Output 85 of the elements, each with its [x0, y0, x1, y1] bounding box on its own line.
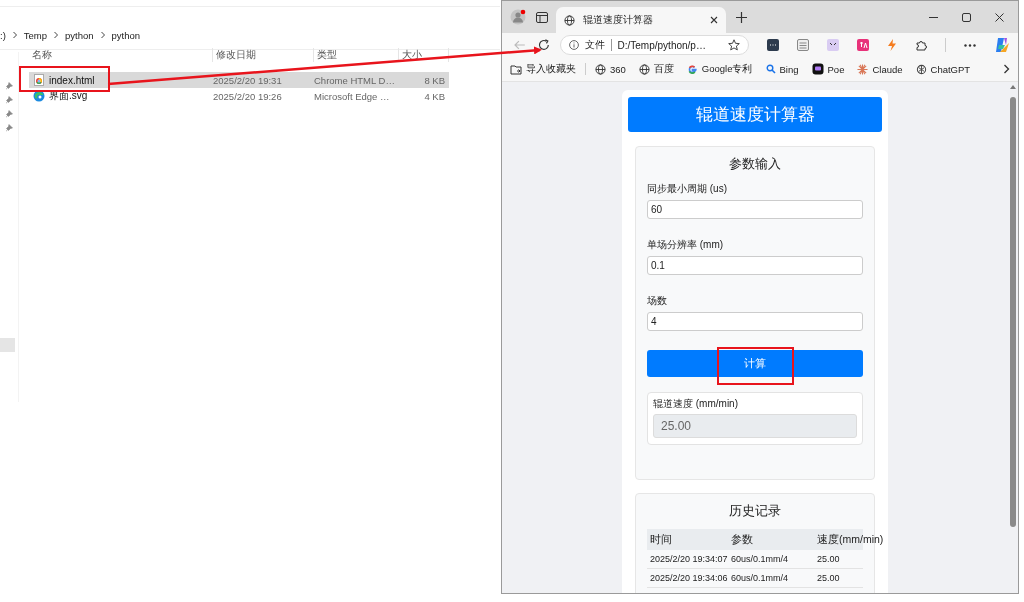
- calculate-button[interactable]: 计算: [647, 350, 863, 377]
- column-header[interactable]: 大小: [399, 48, 449, 62]
- page-title: 辊道速度计算器: [628, 97, 882, 132]
- pin-icon[interactable]: [5, 110, 13, 118]
- chat-bubble-icon: [811, 63, 824, 75]
- table-cell-text: 25.00: [817, 554, 841, 564]
- chevron-icon: [99, 31, 106, 39]
- address-scheme: 文件: [584, 38, 605, 52]
- pin-icon[interactable]: [5, 96, 13, 104]
- extension-icon[interactable]: [767, 39, 779, 51]
- field-label: 单场分辨率 (mm): [647, 238, 725, 252]
- column-header[interactable]: 修改日期: [213, 48, 314, 62]
- bookmark[interactable]: 百度: [638, 62, 674, 76]
- column-header[interactable]: 名称: [29, 48, 213, 62]
- table-cell-text: 2025/2/20 19:34:07: [649, 554, 729, 564]
- google-g-icon: [686, 63, 698, 75]
- result-label: 辊道速度 (mm/min): [653, 397, 739, 411]
- section-title: 参数输入: [728, 155, 782, 173]
- edge-file-icon: [33, 90, 45, 102]
- breadcrumb-item[interactable]: python: [111, 29, 141, 41]
- bookmark[interactable]: Bing: [765, 63, 799, 75]
- starburst-icon: [857, 63, 869, 75]
- table-cell-text: 2025/2/20 19:34:06: [649, 573, 729, 583]
- file-row[interactable]: index.html 2025/2/20 19:31 Chrome HTML D… 8 KB: [29, 72, 449, 88]
- result-field: 25.00: [653, 414, 857, 438]
- browser-tab[interactable]: 辊道速度计算器: [556, 7, 726, 33]
- pin-icon[interactable]: [5, 124, 13, 132]
- table-cell-text: 60us/0.1mm/4: [731, 554, 790, 564]
- close-icon[interactable]: [710, 16, 718, 24]
- column-header: 参数: [731, 532, 754, 547]
- column-header: 时间: [649, 532, 673, 547]
- input-field[interactable]: 0.1: [647, 256, 863, 275]
- chrome-file-icon: [33, 74, 45, 86]
- bookmark[interactable]: ChatGPT: [915, 63, 971, 75]
- file-date: 2025/2/20 19:31: [213, 74, 283, 86]
- extension-icon[interactable]: [827, 39, 839, 51]
- field-label: 场数: [647, 294, 668, 308]
- globe-icon: [564, 14, 575, 26]
- copilot-icon[interactable]: [994, 37, 1010, 53]
- column-header[interactable]: 类型: [314, 48, 399, 62]
- address-url: D:/Temp/python/p…: [617, 39, 707, 51]
- input-field[interactable]: 4: [647, 312, 863, 331]
- file-type: Chrome HTML D…: [314, 74, 396, 86]
- bookmark[interactable]: 导入收藏夹: [510, 62, 576, 76]
- file-type: Microsoft Edge …: [314, 90, 391, 102]
- reading-list-icon[interactable]: [797, 39, 809, 51]
- pin-icon[interactable]: [5, 82, 13, 90]
- breadcrumb-item[interactable]: Temp: [23, 29, 48, 41]
- chevron-right-icon[interactable]: [1003, 64, 1010, 74]
- section-title: 历史记录: [728, 502, 782, 520]
- translate-icon[interactable]: [857, 39, 869, 51]
- new-tab-icon[interactable]: [736, 11, 747, 23]
- close-icon[interactable]: [995, 12, 1004, 22]
- table-cell-text: 60us/0.1mm/4: [731, 573, 790, 583]
- file-size: 4 KB: [423, 90, 446, 102]
- bookmark[interactable]: 360: [595, 63, 626, 75]
- sidebar-icon[interactable]: [536, 11, 548, 23]
- profile-avatar-icon[interactable]: [510, 9, 526, 25]
- input-field[interactable]: 60: [647, 200, 863, 219]
- globe-icon: [638, 63, 650, 75]
- search-icon: [765, 64, 776, 74]
- bookmark[interactable]: Poe: [811, 63, 845, 75]
- scroll-up-icon[interactable]: [1010, 85, 1016, 89]
- nav-highlight: [0, 338, 15, 352]
- folder-icon: [510, 63, 522, 75]
- field-label: 同步最小周期 (us): [647, 182, 728, 196]
- chevron-icon: [11, 31, 18, 39]
- chevron-icon: [53, 31, 60, 39]
- table-cell-text: 25.00: [817, 573, 841, 583]
- bookmark[interactable]: Claude: [857, 63, 903, 75]
- more-icon[interactable]: [964, 43, 976, 47]
- column-header: 速度(mm/min): [817, 532, 884, 547]
- info-icon[interactable]: [568, 40, 579, 50]
- reload-icon[interactable]: [537, 39, 550, 51]
- breadcrumb-item[interactable]: python: [65, 29, 94, 41]
- lightning-icon[interactable]: [887, 39, 897, 51]
- maximize-icon[interactable]: [962, 12, 971, 22]
- globe-icon: [595, 63, 606, 75]
- breadcrumb-item[interactable]: :): [0, 29, 6, 41]
- file-date: 2025/2/20 19:26: [213, 90, 283, 102]
- star-icon[interactable]: [728, 39, 740, 51]
- file-name: index.html: [49, 74, 95, 86]
- address-bar[interactable]: 文件 D:/Temp/python/p…: [559, 35, 749, 55]
- bookmark[interactable]: Google专利: [686, 62, 753, 76]
- file-size: 8 KB: [423, 74, 446, 86]
